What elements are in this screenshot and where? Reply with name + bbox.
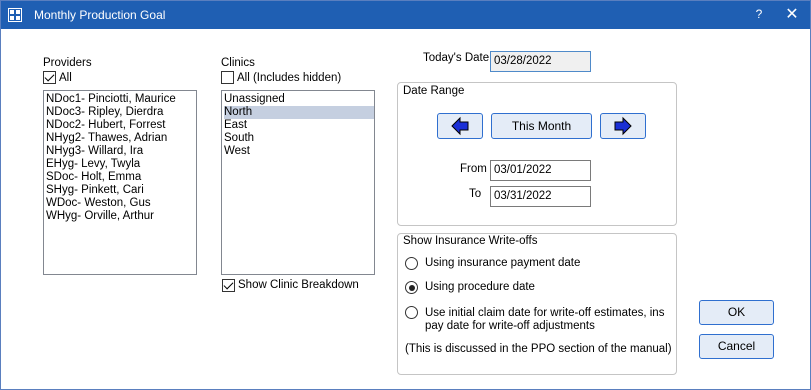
list-item[interactable]: SDoc- Holt, Emma: [46, 171, 196, 184]
next-month-button[interactable]: [600, 113, 646, 139]
list-item[interactable]: WDoc- Weston, Gus: [46, 197, 196, 210]
initial-claim-date-label-line2: pay date for write-off adjustments: [425, 320, 595, 332]
providers-all-label: All: [59, 72, 72, 84]
title-bar[interactable]: Monthly Production Goal ? ✕: [1, 1, 810, 29]
insurance-payment-date-radio[interactable]: [405, 257, 418, 270]
todays-date-label: Today's Date: [423, 52, 490, 64]
this-month-button[interactable]: This Month: [491, 113, 592, 139]
window-title: Monthly Production Goal: [34, 8, 166, 22]
from-label: From: [460, 163, 487, 175]
app-grid-icon: [8, 8, 22, 22]
clinics-label: Clinics: [221, 57, 255, 69]
ok-button[interactable]: OK: [699, 300, 774, 325]
writeoffs-note: (This is discussed in the PPO section of…: [405, 343, 672, 355]
clinics-all-label: All (Includes hidden): [237, 72, 342, 84]
list-item[interactable]: South: [224, 132, 374, 145]
dialog-window: Monthly Production Goal ? ✕ Providers Al…: [0, 0, 811, 390]
date-range-title: Date Range: [403, 85, 465, 97]
initial-claim-date-radio[interactable]: [405, 306, 418, 319]
providers-all-checkbox[interactable]: [43, 71, 56, 84]
list-item[interactable]: EHyg- Levy, Twyla: [46, 158, 196, 171]
from-date-field[interactable]: 03/01/2022: [490, 160, 591, 181]
show-clinic-breakdown-label: Show Clinic Breakdown: [238, 279, 359, 291]
close-button[interactable]: ✕: [782, 5, 802, 25]
list-item[interactable]: NDoc3- Ripley, Dierdra: [46, 106, 196, 119]
previous-month-button[interactable]: [437, 113, 483, 139]
list-item-selected[interactable]: North: [224, 106, 374, 119]
initial-claim-date-label-line1: Use initial claim date for write-off est…: [425, 307, 665, 319]
list-item[interactable]: SHyg- Pinkett, Cari: [46, 184, 196, 197]
to-date-field[interactable]: 03/31/2022: [490, 186, 591, 207]
providers-listbox[interactable]: NDoc1- Pinciotti, Maurice NDoc3- Ripley,…: [43, 90, 197, 275]
clinics-listbox[interactable]: Unassigned North East South West: [221, 90, 375, 275]
providers-label: Providers: [43, 57, 92, 69]
writeoffs-title: Show Insurance Write-offs: [403, 235, 538, 247]
show-clinic-breakdown-checkbox[interactable]: [222, 279, 235, 292]
clinics-all-checkbox[interactable]: [221, 71, 234, 84]
todays-date-field: 03/28/2022: [490, 51, 591, 72]
list-item[interactable]: West: [224, 145, 374, 158]
list-item[interactable]: Unassigned: [224, 93, 374, 106]
cancel-button[interactable]: Cancel: [699, 334, 774, 359]
procedure-date-label: Using procedure date: [425, 281, 535, 293]
help-button[interactable]: ?: [751, 7, 767, 23]
left-arrow-icon: [451, 116, 469, 136]
insurance-payment-date-label: Using insurance payment date: [425, 257, 581, 269]
list-item[interactable]: NHyg3- Willard, Ira: [46, 145, 196, 158]
list-item[interactable]: NDoc1- Pinciotti, Maurice: [46, 93, 196, 106]
to-label: To: [469, 188, 482, 200]
list-item[interactable]: WHyg- Orville, Arthur: [46, 210, 196, 223]
list-item[interactable]: East: [224, 119, 374, 132]
list-item[interactable]: NDoc2- Hubert, Forrest: [46, 119, 196, 132]
list-item[interactable]: NHyg2- Thawes, Adrian: [46, 132, 196, 145]
procedure-date-radio[interactable]: [405, 281, 418, 294]
right-arrow-icon: [614, 116, 632, 136]
